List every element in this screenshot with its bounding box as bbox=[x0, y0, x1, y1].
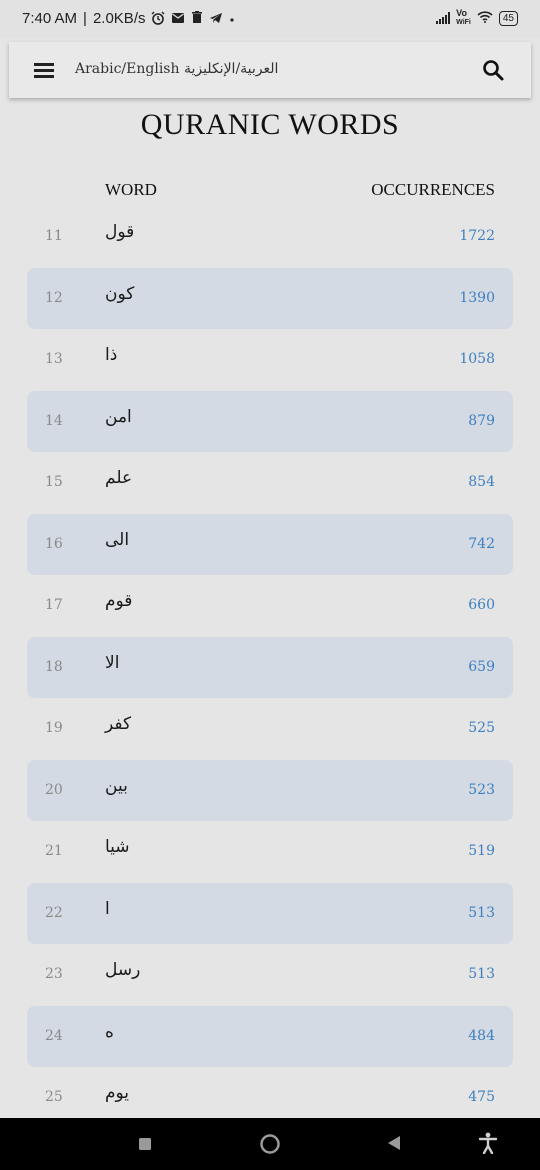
row-word: الى bbox=[105, 529, 130, 550]
row-rank: 17 bbox=[45, 597, 63, 613]
page-title: QURANIC WORDS bbox=[140, 108, 400, 141]
row-count: 1722 bbox=[459, 228, 495, 244]
row-count: 475 bbox=[468, 1089, 495, 1105]
column-header-word[interactable]: WORD bbox=[105, 180, 157, 200]
row-count: 484 bbox=[468, 1027, 495, 1044]
row-word: بين bbox=[105, 775, 128, 796]
row-word: شيا bbox=[105, 837, 130, 857]
row-count: 513 bbox=[468, 904, 495, 921]
word-list: 11 قول 1722 12 كون 1390 13 ذا 1058 14 ام… bbox=[0, 206, 540, 1129]
row-count: 519 bbox=[468, 843, 495, 859]
table-row[interactable]: 14 امن 879 bbox=[27, 390, 513, 452]
navigation-bar bbox=[0, 1118, 540, 1170]
row-count: 525 bbox=[468, 720, 495, 736]
status-right: Vo WiFi 45 bbox=[436, 9, 518, 27]
app-bar: Arabic/English العربية/الإنكليزية bbox=[9, 42, 531, 98]
row-count: 1058 bbox=[459, 351, 495, 367]
table-row[interactable]: 13 ذا 1058 bbox=[27, 329, 513, 391]
table-row[interactable]: 24 ه 484 bbox=[27, 1005, 513, 1067]
row-count: 879 bbox=[468, 412, 495, 429]
volte-text: Vo bbox=[456, 8, 467, 18]
row-count: 854 bbox=[468, 474, 495, 490]
status-bar: 7:40 AM | 2.0KB/s Vo WiFi 45 bbox=[0, 0, 540, 38]
row-word: قوم bbox=[105, 591, 133, 611]
telegram-icon bbox=[209, 12, 223, 26]
row-count: 660 bbox=[468, 597, 495, 613]
row-word: امن bbox=[105, 406, 132, 427]
table-row[interactable]: 21 شيا 519 bbox=[27, 821, 513, 883]
accessibility-icon[interactable] bbox=[478, 1132, 498, 1158]
row-word: الا bbox=[105, 652, 120, 673]
column-header-occurrences[interactable]: OCCURRENCES bbox=[371, 180, 495, 200]
mail-icon bbox=[171, 12, 185, 26]
recents-button[interactable] bbox=[138, 1136, 152, 1155]
row-rank: 11 bbox=[45, 228, 63, 244]
language-label[interactable]: Arabic/English العربية/الإنكليزية bbox=[75, 61, 278, 77]
search-icon[interactable] bbox=[481, 58, 505, 82]
table-row[interactable]: 16 الى 742 bbox=[27, 513, 513, 575]
table-row[interactable]: 19 كفر 525 bbox=[27, 698, 513, 760]
row-count: 1390 bbox=[459, 289, 495, 306]
alarm-icon bbox=[151, 11, 165, 27]
row-count: 513 bbox=[468, 966, 495, 982]
row-rank: 22 bbox=[45, 904, 63, 921]
row-rank: 18 bbox=[45, 658, 63, 675]
table-row[interactable]: 12 كون 1390 bbox=[27, 267, 513, 329]
status-left: 7:40 AM | 2.0KB/s bbox=[22, 10, 235, 27]
row-count: 523 bbox=[468, 781, 495, 798]
row-rank: 21 bbox=[45, 843, 63, 859]
table-row[interactable]: 20 بين 523 bbox=[27, 759, 513, 821]
row-word: ا bbox=[105, 898, 110, 919]
row-rank: 19 bbox=[45, 720, 63, 736]
dot-icon bbox=[229, 12, 235, 25]
row-count: 659 bbox=[468, 658, 495, 675]
row-word: ذا bbox=[105, 345, 118, 365]
row-word: يوم bbox=[105, 1083, 130, 1103]
wifi-text: WiFi bbox=[456, 19, 471, 26]
signal-icon bbox=[436, 12, 451, 24]
table-row[interactable]: 18 الا 659 bbox=[27, 636, 513, 698]
row-word: كون bbox=[105, 283, 135, 304]
table-row[interactable]: 11 قول 1722 bbox=[27, 206, 513, 268]
table-row[interactable]: 23 رسل 513 bbox=[27, 944, 513, 1006]
row-rank: 14 bbox=[45, 412, 63, 429]
back-button[interactable] bbox=[386, 1135, 402, 1155]
volte-label: Vo WiFi bbox=[456, 9, 471, 27]
row-rank: 13 bbox=[45, 351, 63, 367]
home-button[interactable] bbox=[259, 1133, 281, 1159]
status-time: 7:40 AM bbox=[22, 10, 78, 27]
row-rank: 15 bbox=[45, 474, 63, 490]
row-rank: 23 bbox=[45, 966, 63, 982]
row-rank: 20 bbox=[45, 781, 63, 798]
table-row[interactable]: 17 قوم 660 bbox=[27, 575, 513, 637]
row-rank: 25 bbox=[45, 1089, 63, 1105]
row-rank: 12 bbox=[45, 289, 63, 306]
row-count: 742 bbox=[468, 535, 495, 552]
status-net-speed: 2.0KB/s bbox=[92, 10, 146, 27]
trash-icon bbox=[191, 11, 203, 26]
row-word: رسل bbox=[105, 960, 141, 980]
menu-icon[interactable] bbox=[34, 63, 54, 79]
status-separator: | bbox=[83, 10, 87, 27]
row-rank: 24 bbox=[45, 1027, 63, 1044]
table-row[interactable]: 22 ا 513 bbox=[27, 882, 513, 944]
row-word: علم bbox=[105, 468, 133, 488]
battery-icon: 45 bbox=[498, 10, 518, 26]
wifi-icon bbox=[477, 11, 493, 25]
row-word: قول bbox=[105, 222, 135, 242]
table-row[interactable]: 15 علم 854 bbox=[27, 452, 513, 514]
row-word: كفر bbox=[105, 714, 132, 734]
row-rank: 16 bbox=[45, 535, 63, 552]
row-word: ه bbox=[105, 1021, 114, 1042]
